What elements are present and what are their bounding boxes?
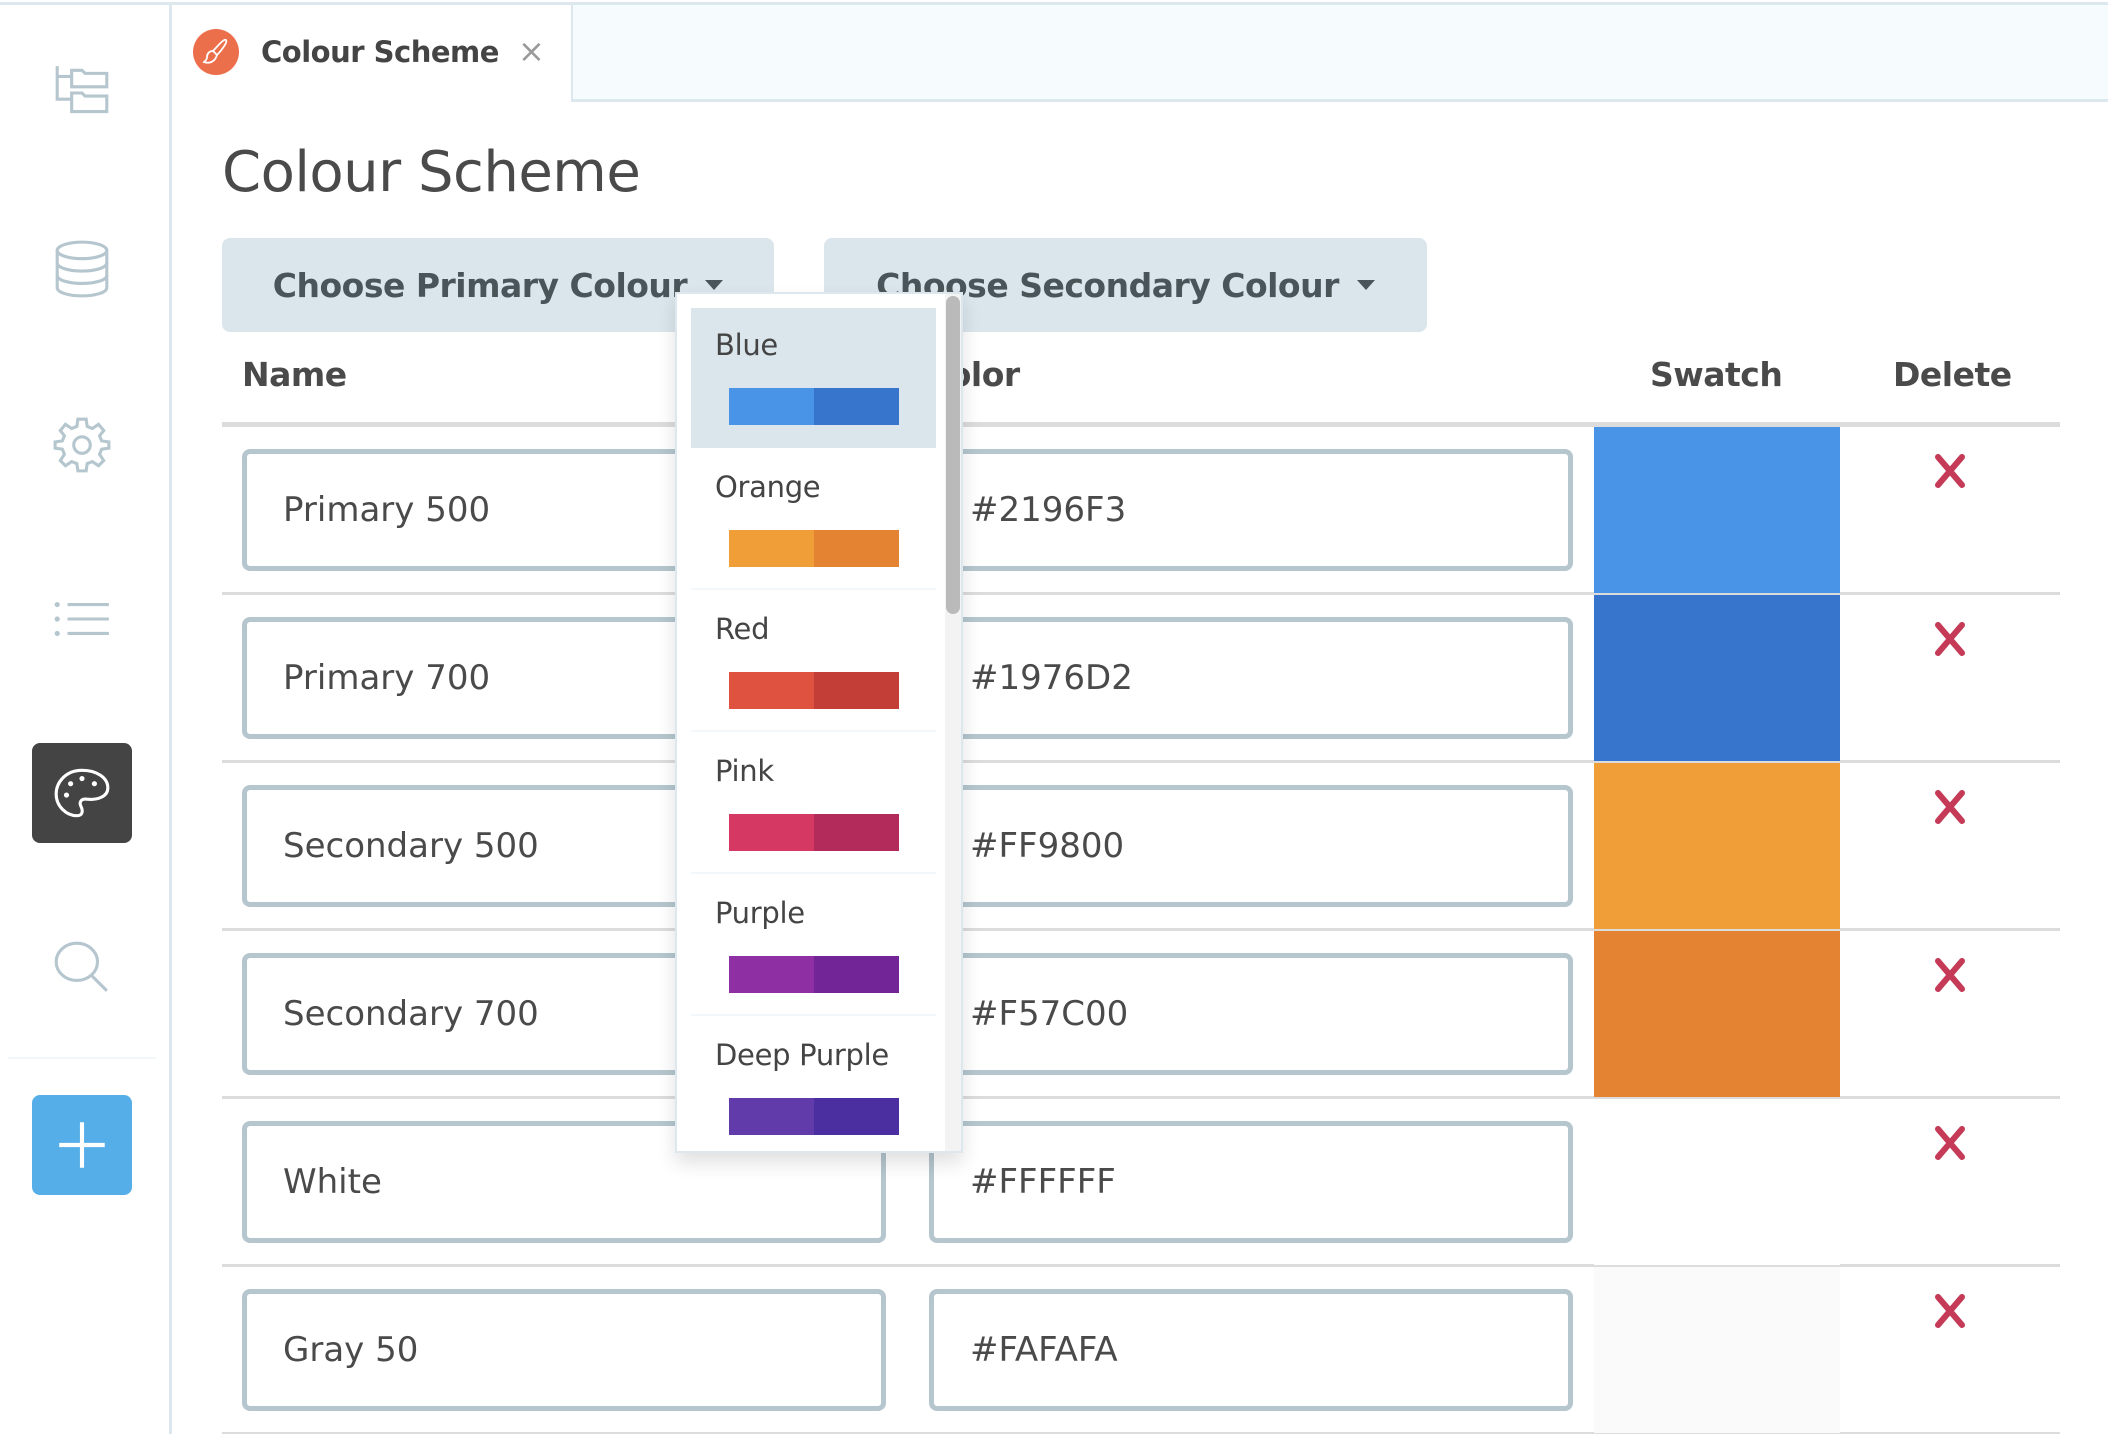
dropdown-option[interactable]: Deep Purple bbox=[691, 1018, 936, 1151]
swatch-dark bbox=[814, 672, 899, 709]
column-header-delete: Delete bbox=[1893, 355, 2012, 394]
colour-swatch bbox=[1594, 1267, 1840, 1433]
swatch-light bbox=[729, 956, 814, 993]
colour-swatch bbox=[1594, 931, 1840, 1097]
dropdown-option[interactable]: Red bbox=[691, 592, 936, 732]
caret-down-icon bbox=[1356, 280, 1375, 290]
close-tab-icon[interactable]: × bbox=[518, 31, 545, 71]
delete-icon[interactable] bbox=[1932, 619, 1968, 659]
sidebar-item-project-tree[interactable] bbox=[32, 43, 132, 143]
colour-swatch bbox=[1594, 763, 1840, 929]
colour-swatch bbox=[1594, 595, 1840, 761]
dropdown-option-label: Deep Purple bbox=[715, 1038, 889, 1072]
colour-hex-input[interactable] bbox=[929, 617, 1573, 739]
colour-swatch bbox=[1594, 427, 1840, 593]
gear-icon bbox=[53, 417, 111, 473]
caret-down-icon bbox=[705, 280, 724, 290]
dropdown-option[interactable]: Orange bbox=[691, 450, 936, 590]
swatch-dark bbox=[814, 530, 899, 567]
swatch-light bbox=[729, 530, 814, 567]
swatch-light bbox=[729, 1098, 814, 1135]
sidebar-item-list[interactable] bbox=[32, 569, 132, 669]
dropdown-option-label: Pink bbox=[715, 754, 774, 788]
dropdown-option-swatch bbox=[729, 672, 899, 709]
tab-colour-scheme[interactable]: Colour Scheme × bbox=[172, 5, 572, 102]
swatch-dark bbox=[814, 956, 899, 993]
list-icon bbox=[54, 601, 109, 637]
swatch-dark bbox=[814, 388, 899, 425]
table-row bbox=[222, 1267, 2060, 1434]
sidebar-divider bbox=[8, 1057, 156, 1059]
delete-icon[interactable] bbox=[1932, 451, 1968, 491]
tab-label: Colour Scheme bbox=[261, 35, 499, 69]
swatch-dark bbox=[814, 1098, 899, 1135]
dropdown-option-label: Blue bbox=[715, 328, 778, 362]
dropdown-option-swatch bbox=[729, 956, 899, 993]
sidebar-item-settings[interactable] bbox=[32, 394, 132, 494]
sidebar-item-database[interactable] bbox=[32, 219, 132, 319]
table-row bbox=[222, 1099, 2060, 1267]
dropdown-option[interactable]: Pink bbox=[691, 734, 936, 874]
dropdown-scrollbar-thumb[interactable] bbox=[946, 296, 960, 614]
swatch-light bbox=[729, 388, 814, 425]
add-button[interactable] bbox=[32, 1095, 132, 1195]
page-title: Colour Scheme bbox=[222, 140, 641, 205]
dropdown-scrollbar[interactable] bbox=[945, 294, 961, 1151]
paintbrush-icon bbox=[193, 29, 239, 75]
table-row bbox=[222, 931, 2060, 1099]
swatch-dark bbox=[814, 814, 899, 851]
dropdown-option-swatch bbox=[729, 388, 899, 425]
dropdown-option-label: Purple bbox=[715, 896, 805, 930]
choose-primary-colour-label: Choose Primary Colour bbox=[272, 265, 688, 305]
table-row bbox=[222, 595, 2060, 763]
column-header-swatch: Swatch bbox=[1650, 355, 1783, 394]
delete-icon[interactable] bbox=[1932, 955, 1968, 995]
dropdown-option-swatch bbox=[729, 1098, 899, 1135]
database-icon bbox=[55, 240, 109, 298]
delete-icon[interactable] bbox=[1932, 1123, 1968, 1163]
colour-hex-input[interactable] bbox=[929, 953, 1573, 1075]
sidebar bbox=[0, 5, 172, 1434]
colour-hex-input[interactable] bbox=[929, 1289, 1573, 1411]
dropdown-option-label: Red bbox=[715, 612, 770, 646]
plus-icon bbox=[59, 1122, 105, 1168]
sidebar-item-search[interactable] bbox=[32, 917, 132, 1017]
palette-icon bbox=[54, 768, 110, 818]
delete-icon[interactable] bbox=[1932, 787, 1968, 827]
delete-icon[interactable] bbox=[1932, 1291, 1968, 1331]
dropdown-option[interactable]: Purple bbox=[691, 876, 936, 1016]
dropdown-option[interactable]: Blue bbox=[691, 308, 936, 448]
folder-tree-icon bbox=[55, 66, 109, 114]
colour-name-input[interactable] bbox=[242, 1289, 886, 1411]
column-header-name: Name bbox=[242, 355, 347, 394]
sidebar-item-colour-scheme[interactable] bbox=[32, 743, 132, 843]
search-icon bbox=[54, 941, 108, 992]
colour-hex-input[interactable] bbox=[929, 785, 1573, 907]
primary-colour-dropdown-menu: Blue Orange Red Pink Purple Deep Purple bbox=[675, 292, 963, 1153]
dropdown-option-swatch bbox=[729, 814, 899, 851]
swatch-light bbox=[729, 814, 814, 851]
dropdown-option-swatch bbox=[729, 530, 899, 567]
colour-hex-input[interactable] bbox=[929, 1121, 1573, 1243]
swatch-light bbox=[729, 672, 814, 709]
colour-hex-input[interactable] bbox=[929, 449, 1573, 571]
table-row bbox=[222, 427, 2060, 595]
tab-strip-empty-area bbox=[571, 5, 2108, 102]
tab-strip: Colour Scheme × bbox=[172, 5, 2108, 102]
colour-swatch bbox=[1594, 1099, 1840, 1265]
table-row bbox=[222, 763, 2060, 931]
dropdown-option-label: Orange bbox=[715, 470, 821, 504]
